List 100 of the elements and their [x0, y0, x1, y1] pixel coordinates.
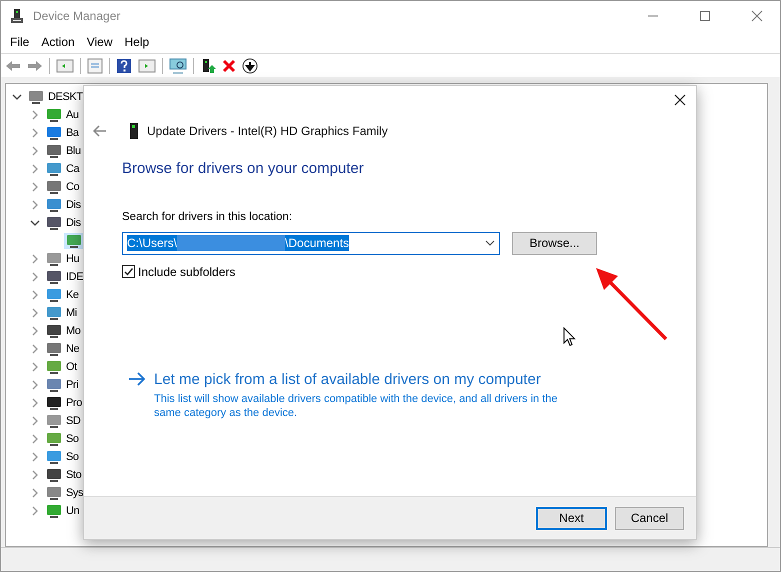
device-icon: [46, 161, 62, 177]
tree-item-label[interactable]: Ot: [66, 358, 77, 376]
expand-chevron-icon[interactable]: [30, 488, 40, 498]
expand-chevron-icon[interactable]: [30, 326, 40, 336]
expand-chevron-icon[interactable]: [30, 308, 40, 318]
close-icon[interactable]: [674, 94, 686, 106]
device-icon: [46, 377, 62, 393]
expand-chevron-icon[interactable]: [30, 452, 40, 462]
expand-chevron-icon[interactable]: [30, 272, 40, 282]
expand-chevron-icon[interactable]: [30, 506, 40, 516]
path-combo-box[interactable]: C:\Users\ \Documents: [122, 232, 500, 255]
device-icon: [46, 107, 62, 123]
next-button[interactable]: Next: [536, 506, 607, 530]
tree-item-label[interactable]: Ne: [66, 340, 80, 358]
expand-chevron-icon[interactable]: [30, 470, 40, 480]
tree-item-label[interactable]: Mo: [66, 322, 80, 340]
expand-chevron-icon[interactable]: [30, 146, 40, 156]
checkbox[interactable]: [122, 265, 135, 278]
back-arrow-icon[interactable]: [93, 125, 107, 137]
expand-chevron-icon[interactable]: [30, 110, 40, 120]
maximize-icon[interactable]: [698, 9, 712, 23]
tree-item-label[interactable]: IDE: [66, 268, 84, 286]
download-circle-icon[interactable]: [242, 58, 258, 74]
back-icon[interactable]: [5, 58, 21, 72]
tree-item-label[interactable]: Un: [66, 502, 80, 520]
device-icon: [46, 431, 62, 447]
tree-item-label[interactable]: SD: [66, 412, 80, 430]
device-icon: [46, 215, 62, 231]
device-icon: [46, 323, 62, 339]
pane-icon[interactable]: [138, 58, 156, 74]
device-icon: [46, 449, 62, 465]
tree-item-label[interactable]: Pro: [66, 394, 82, 412]
device-icon: [46, 305, 62, 321]
tree-item-label[interactable]: DESKT: [48, 88, 83, 106]
selected-tree-item[interactable]: [64, 233, 84, 249]
expand-chevron-icon[interactable]: [30, 182, 40, 192]
device-icon: [46, 143, 62, 159]
expand-chevron-icon[interactable]: [30, 128, 40, 138]
tree-item-label[interactable]: Ca: [66, 160, 80, 178]
tree-item-label[interactable]: Co: [66, 178, 80, 196]
expand-chevron-icon[interactable]: [30, 254, 40, 264]
tree-item-label[interactable]: Blu: [66, 142, 81, 160]
graphics-device-icon: [129, 123, 139, 139]
browse-button[interactable]: Browse...: [512, 232, 597, 255]
tree-item-label[interactable]: Hu: [66, 250, 80, 268]
expand-chevron-icon[interactable]: [30, 290, 40, 300]
tree-item-label[interactable]: So: [66, 448, 79, 466]
menu-item[interactable]: View: [82, 33, 118, 51]
device-icon: [46, 503, 62, 519]
device-icon: [66, 233, 82, 249]
dropdown-caret-icon[interactable]: [485, 240, 495, 246]
tree-item-label[interactable]: Pri: [66, 376, 78, 394]
dialog-title: Update Drivers - Intel(R) HD Graphics Family: [147, 123, 388, 140]
tree-item-label[interactable]: Ba: [66, 124, 79, 142]
scan-monitor-icon[interactable]: [169, 58, 187, 74]
tree-item-label[interactable]: Dis: [66, 196, 81, 214]
device-icon: [46, 467, 62, 483]
device-icon: [46, 341, 62, 357]
device-icon: [46, 125, 62, 141]
help-icon[interactable]: [116, 58, 132, 74]
properties-icon[interactable]: [87, 58, 103, 74]
tree-item-label[interactable]: So: [66, 430, 79, 448]
expand-chevron-icon[interactable]: [30, 398, 40, 408]
collapse-chevron-icon[interactable]: [30, 218, 40, 228]
pane-icon[interactable]: [56, 58, 74, 74]
menu-item[interactable]: Help: [120, 33, 154, 51]
dialog-heading: Browse for drivers on your computer: [122, 159, 364, 179]
menu-item[interactable]: File: [5, 33, 34, 51]
pick-driver-link[interactable]: Let me pick from a list of available drivers on my computer: [154, 368, 579, 392]
tree-item-label[interactable]: Ke: [66, 286, 79, 304]
device-icon: [46, 251, 62, 267]
link-description: This list will show available drivers compatible with the device, and all drivers in the same category as the device.: [154, 392, 559, 420]
uninstall-icon[interactable]: [222, 58, 236, 72]
tree-item-label[interactable]: Sto: [66, 466, 82, 484]
checkbox-label[interactable]: Include subfolders: [138, 262, 236, 281]
expand-chevron-icon[interactable]: [30, 362, 40, 372]
device-manager-icon: [9, 8, 25, 24]
device-icon: [46, 485, 62, 501]
expand-chevron-icon[interactable]: [30, 200, 40, 210]
device-icon: [28, 89, 44, 105]
expand-chevron-icon[interactable]: [30, 434, 40, 444]
cancel-button[interactable]: Cancel: [615, 506, 684, 530]
forward-icon[interactable]: [27, 58, 43, 72]
tree-item-label[interactable]: Mi: [66, 304, 77, 322]
device-icon: [46, 269, 62, 285]
expand-chevron-icon[interactable]: [30, 344, 40, 354]
expand-chevron-icon[interactable]: [30, 416, 40, 426]
device-icon: [46, 395, 62, 411]
menu-item[interactable]: Action: [36, 33, 80, 51]
tree-item-label[interactable]: Dis: [66, 214, 81, 232]
update-driver-icon[interactable]: [200, 58, 216, 74]
path-text: \Documents: [285, 235, 350, 252]
tree-item-label[interactable]: Au: [66, 106, 79, 124]
expand-chevron-icon[interactable]: [30, 380, 40, 390]
tree-item-label[interactable]: Sys: [66, 484, 84, 502]
arrow-right-icon: [128, 372, 146, 386]
device-icon: [46, 179, 62, 195]
device-icon: [46, 287, 62, 303]
expand-chevron-icon[interactable]: [30, 164, 40, 174]
collapse-chevron-icon[interactable]: [12, 92, 22, 102]
